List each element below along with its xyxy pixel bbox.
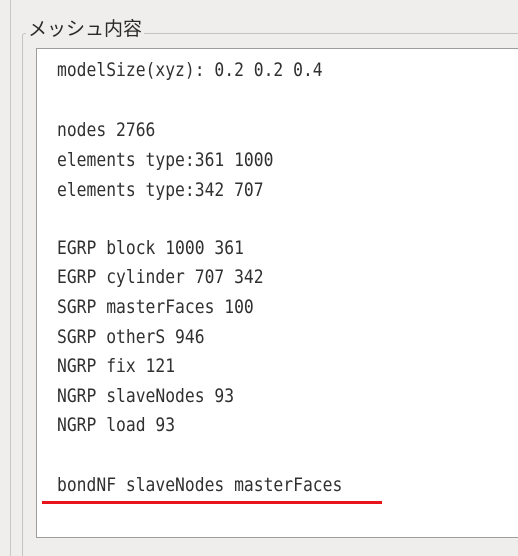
text-line-bondnf: bondNF slaveNodes masterFaces [57, 474, 343, 496]
text-line-elements-342: elements type:342 707 [57, 179, 264, 201]
text-line-egrp-block: EGRP block 1000 361 [57, 237, 244, 259]
text-line-sgrp-masterfaces: SGRP masterFaces 100 [57, 296, 254, 318]
groupbox-title: メッシュ内容 [26, 16, 145, 42]
text-line-egrp-cylinder: EGRP cylinder 707 342 [57, 266, 264, 288]
text-line-ngrp-fix: NGRP fix 121 [57, 355, 176, 377]
text-line-ngrp-slavenodes: NGRP slaveNodes 93 [57, 385, 235, 407]
text-line-ngrp-load: NGRP load 93 [57, 414, 176, 436]
text-line-model-size: modelSize(xyz): 0.2 0.2 0.4 [57, 59, 323, 81]
text-line-sgrp-others: SGRP otherS 946 [57, 326, 205, 348]
text-line-nodes: nodes 2766 [57, 119, 156, 141]
highlight-underline [42, 501, 382, 504]
text-line-elements-361: elements type:361 1000 [57, 149, 274, 171]
